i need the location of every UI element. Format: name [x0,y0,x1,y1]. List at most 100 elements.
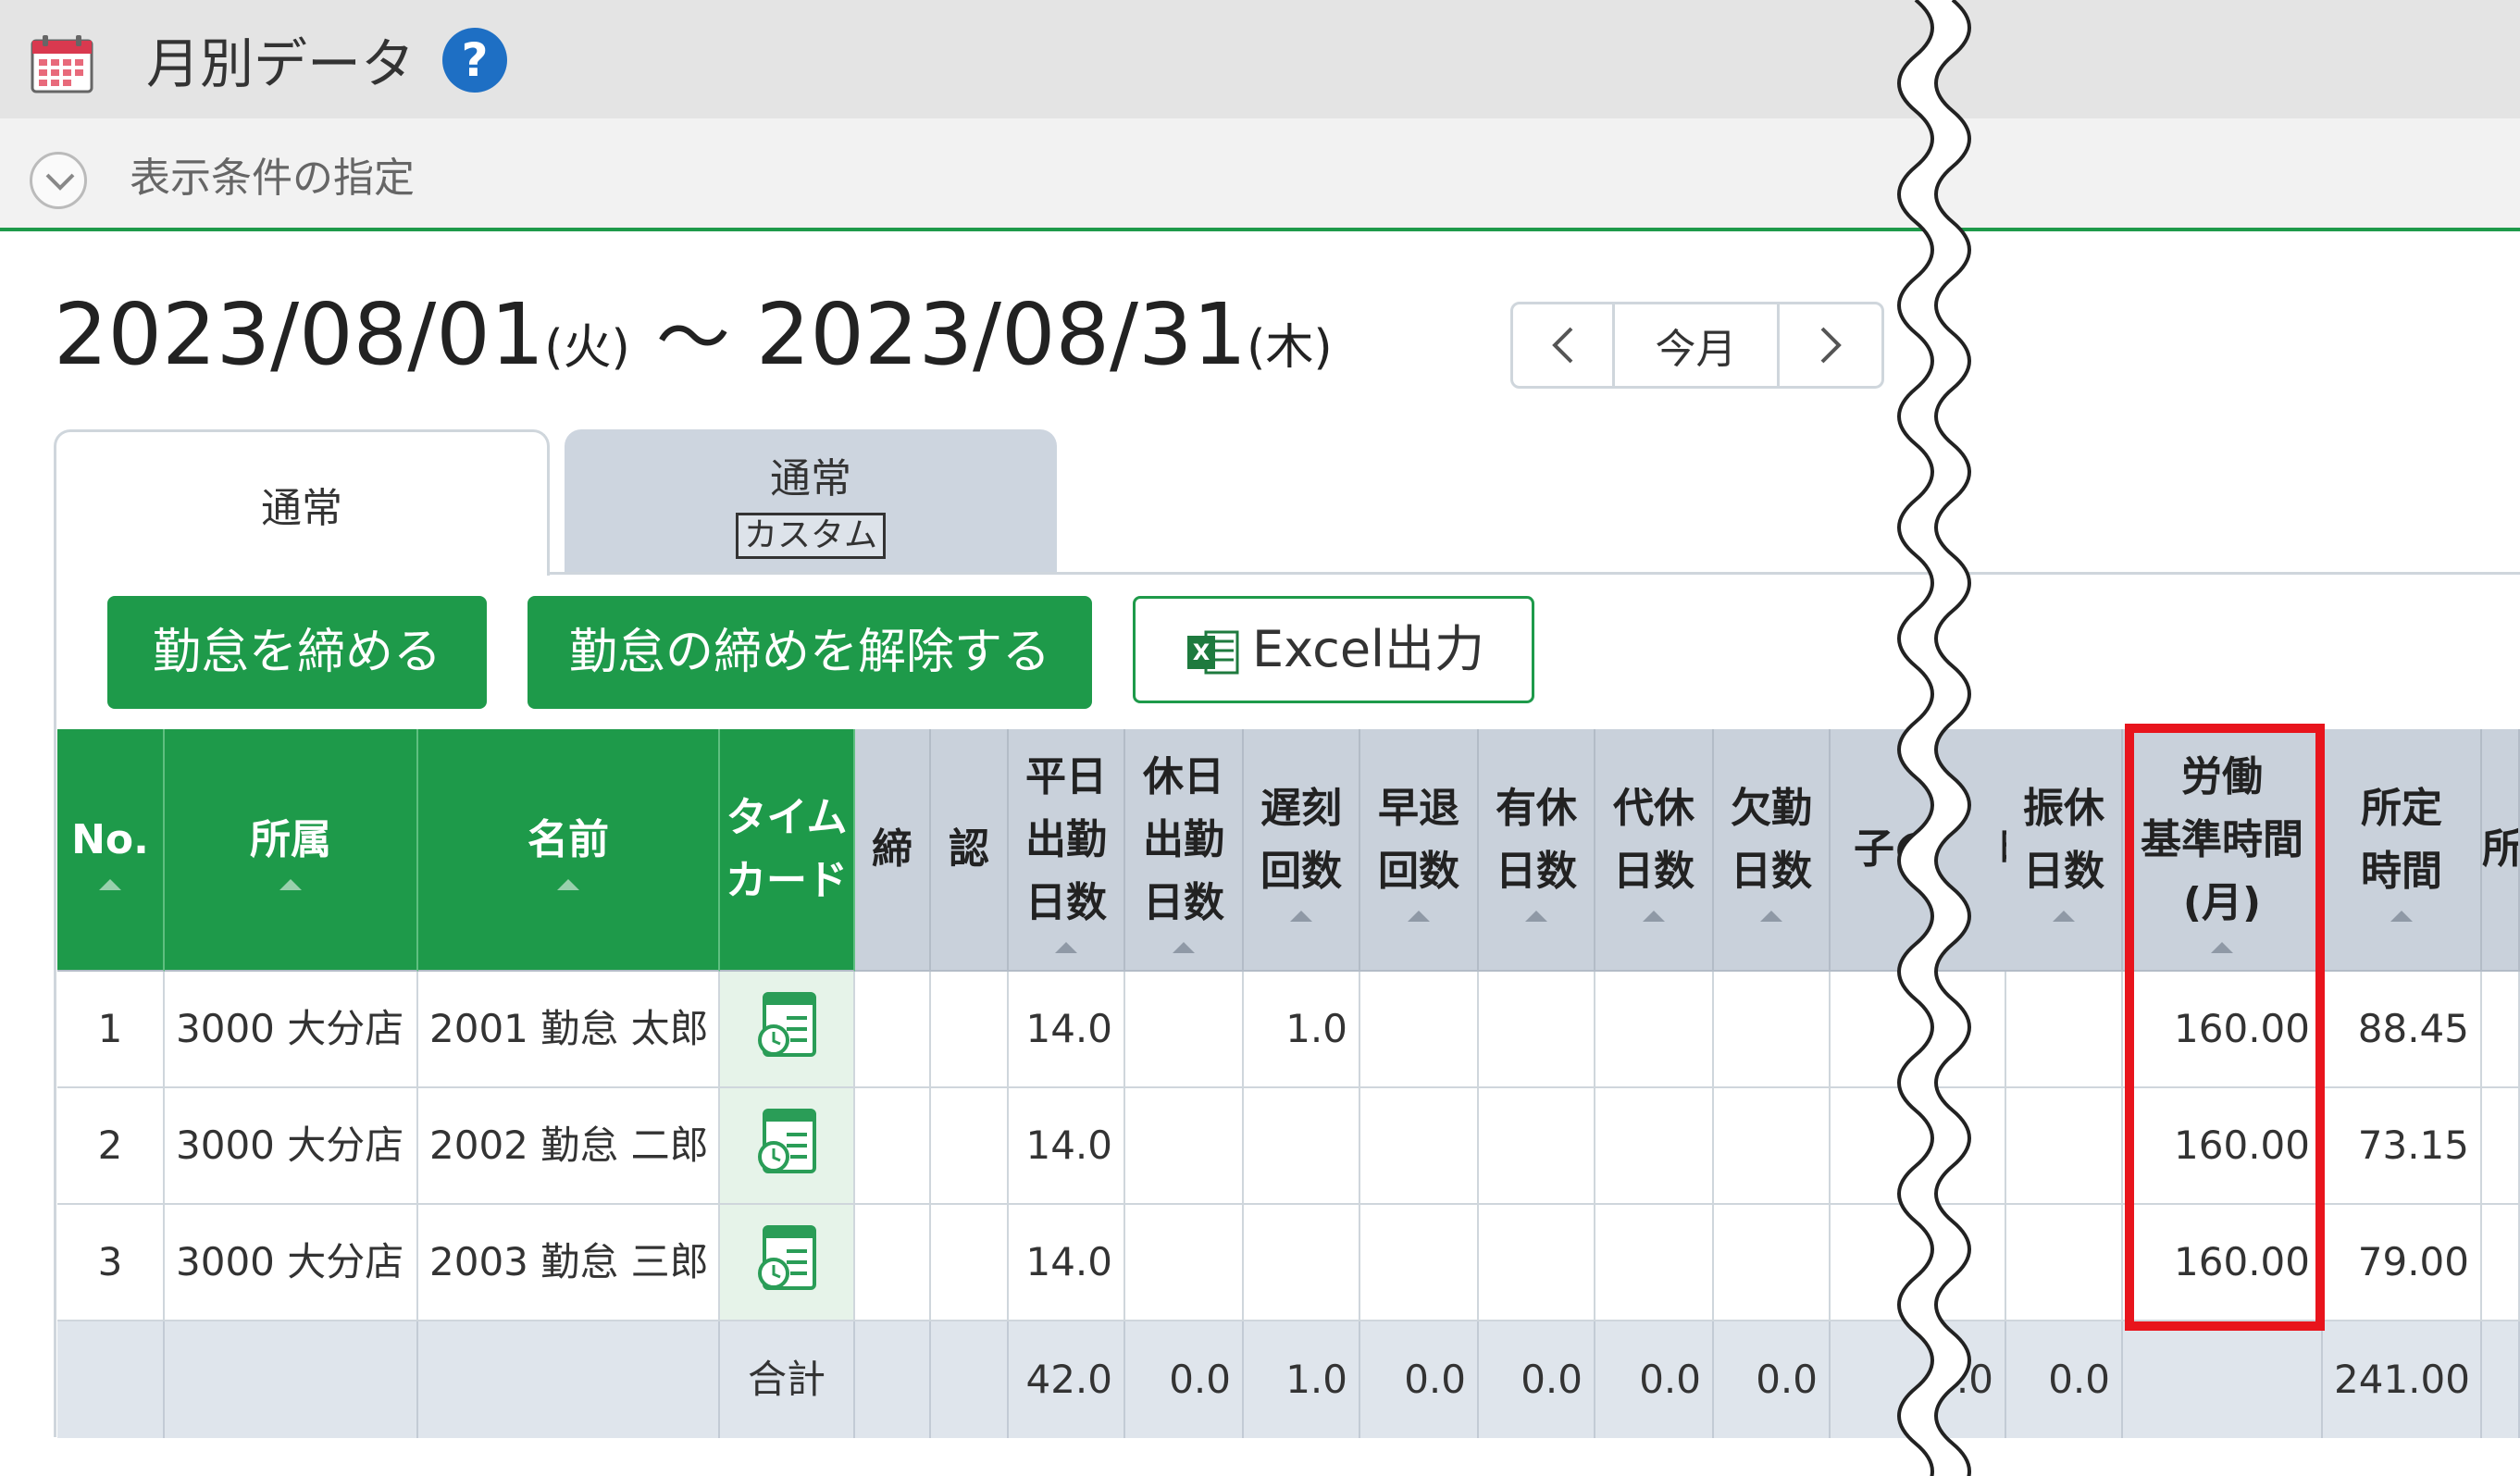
total-comp: 0.0 [1595,1321,1714,1438]
next-month-button[interactable] [1780,304,1881,386]
cell-comp-leave [1595,1205,1714,1321]
col-header-scheduled-hours[interactable]: 所定 時間 [2323,729,2482,972]
total-paid: 0.0 [1479,1321,1595,1438]
cell-timecard[interactable] [720,1205,855,1321]
tab-custom-label: 通常 [770,455,851,502]
cell-holiday-work [1125,1205,1244,1321]
col-header-paid-leave[interactable]: 有休 日数 [1479,729,1595,972]
chevron-down-icon[interactable] [30,152,87,209]
cell-paid-leave [1479,972,1595,1088]
page-title: 月別データ [146,32,416,95]
cell-approved [931,1088,1009,1205]
cell-absence [1714,972,1831,1088]
cell-closed [855,1088,931,1205]
month-navigation: 今月 [1510,302,1884,389]
current-month-button[interactable]: 今月 [1615,304,1780,386]
col-header-approved: 認 [931,729,1009,972]
cell-weekday-work: 14.0 [1009,1205,1125,1321]
tab-normal[interactable]: 通常 [54,429,550,576]
svg-text:X: X [1193,639,1210,665]
cell-closed [855,972,931,1088]
col-header-closed: 締 [855,729,931,972]
cell-name: 2003 勤怠 三郎 [418,1205,720,1321]
total-holiday_work: 0.0 [1125,1321,1244,1438]
close-attendance-button[interactable]: 勤怠を締める [107,596,487,709]
col-header-early[interactable]: 早退 回数 [1360,729,1479,972]
cell-weekday-work: 14.0 [1009,1088,1125,1205]
cell-comp-leave [1595,972,1714,1088]
cell-early [1360,972,1479,1088]
total-absent: 0.0 [1714,1321,1831,1438]
cell-dept: 3000 大分店 [165,1205,418,1321]
tab-custom-sublabel: カスタム [735,513,886,559]
col-header-comp-leave[interactable]: 代休 日数 [1595,729,1714,972]
total-empty [2482,1321,2520,1438]
timecard-icon[interactable] [755,1223,820,1294]
app-header: 月別データ ? [0,0,2520,118]
col-header-name[interactable]: 名前 [418,729,720,972]
cell-scheduled-hours: 73.15 [2323,1088,2482,1205]
col-header-absence[interactable]: 欠勤 日数 [1714,729,1831,972]
cell-weekday-work: 14.0 [1009,972,1125,1088]
timecard-icon[interactable] [755,1107,820,1177]
cell-substitute [2006,972,2123,1088]
col-header-late[interactable]: 遅刻 回数 [1244,729,1360,972]
date-separator: 〜 [655,295,730,381]
total-empty [855,1321,931,1438]
cell-scheduled-hours: 88.45 [2323,972,2482,1088]
cell-next-partial [2482,972,2520,1088]
calendar-icon [31,35,93,93]
col-header-no[interactable]: No. [57,729,165,972]
cell-name: 2002 勤怠 二郎 [418,1088,720,1205]
cell-substitute [2006,1205,2123,1321]
cell-timecard[interactable] [720,972,855,1088]
prev-month-button[interactable] [1513,304,1615,386]
cell-no: 1 [57,972,165,1088]
cell-closed [855,1205,931,1321]
cell-substitute [2006,1088,2123,1205]
cell-approved [931,1205,1009,1321]
excel-icon: X [1187,630,1239,675]
timecard-icon[interactable] [755,990,820,1060]
total-substitute: 0.0 [2006,1321,2123,1438]
display-conditions-label[interactable]: 表示条件の指定 [130,148,415,209]
cell-no: 3 [57,1205,165,1321]
total-empty [2123,1321,2323,1438]
total-empty [165,1321,418,1438]
col-header-dept[interactable]: 所属 [165,729,418,972]
cell-paid-leave [1479,1205,1595,1321]
cell-holiday-work [1125,1088,1244,1205]
col-header-timecard: タイム カード [720,729,855,972]
total-scheduled: 241.00 [2323,1321,2482,1438]
cell-late [1244,1205,1360,1321]
col-header-holiday-work[interactable]: 休日 出勤 日数 [1125,729,1244,972]
end-date: 2023/08/31 [755,285,1248,384]
cell-early [1360,1088,1479,1205]
total-empty [418,1321,720,1438]
total-early: 0.0 [1360,1321,1479,1438]
end-weekday: (木) [1247,320,1333,376]
cell-approved [931,972,1009,1088]
cell-next-partial [2482,1088,2520,1205]
help-icon[interactable]: ? [442,28,507,93]
tab-normal-custom[interactable]: 通常 カスタム [565,429,1057,572]
unclose-attendance-button[interactable]: 勤怠の締めを解除する [528,596,1092,709]
break-marker [1897,0,1971,1476]
cell-absence [1714,1205,1831,1321]
start-weekday: (火) [544,320,630,376]
cell-early [1360,1205,1479,1321]
cell-paid-leave [1479,1088,1595,1205]
cell-timecard[interactable] [720,1088,855,1205]
display-conditions-bar[interactable]: 表示条件の指定 [0,118,2520,231]
chevron-left-icon [1551,327,1572,364]
cell-dept: 3000 大分店 [165,972,418,1088]
start-date: 2023/08/01 [54,285,545,384]
col-header-weekday-work[interactable]: 平日 出勤 日数 [1009,729,1125,972]
cell-no: 2 [57,1088,165,1205]
cell-late [1244,1088,1360,1205]
col-header-next-partial: 所 [2482,729,2520,972]
chevron-right-icon [1820,327,1842,364]
col-header-substitute[interactable]: 振休 日数 [2006,729,2123,972]
excel-export-button[interactable]: X Excel出力 [1133,596,1534,703]
cell-scheduled-hours: 79.00 [2323,1205,2482,1321]
